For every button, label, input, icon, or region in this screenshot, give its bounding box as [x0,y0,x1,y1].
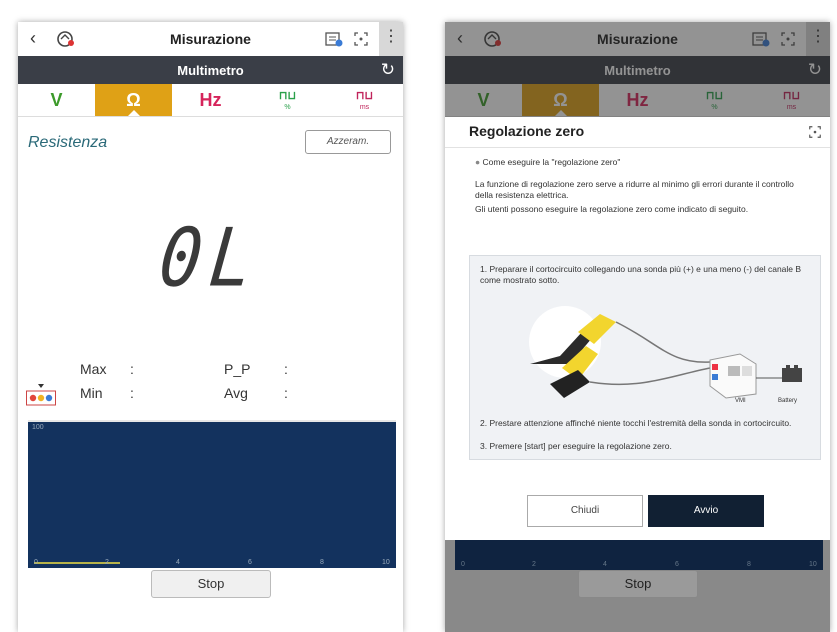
tab-frequency-label: Hz [626,90,649,110]
step-three-text: 3. Premere [start] per eseguire la regol… [480,441,672,451]
calibration-icon[interactable] [325,31,343,47]
more-menu-button[interactable]: ⋮ [806,22,830,56]
modal-backdrop-bottom: 0 2 4 6 8 10 Stop [445,540,830,632]
multimeter-screen: ‹ Misurazione ⋮ Multimetro ↻ V Ω Hz ⊓⊔% … [18,22,403,632]
tab-frequency-label: Hz [199,90,222,110]
plot-x-tick: 2 [105,559,109,566]
tab-voltage[interactable]: V [18,84,95,116]
mode-title: Multimetro [604,63,671,78]
more-menu-button[interactable]: ⋮ [379,22,403,56]
plot-x-tick: 8 [747,561,751,568]
refresh-icon[interactable]: ↻ [808,60,822,80]
tab-pulse-width[interactable]: ⊓⊔ ms [326,84,403,116]
channel-color-selector-icon[interactable] [26,384,56,406]
plot-x-tick: 0 [461,561,465,568]
plot-y-max: 100 [32,424,44,431]
stat-pp-label: P_P [224,361,251,377]
tab-pulse-label: ⊓⊔ [355,90,374,102]
calibration-icon[interactable] [752,31,770,47]
step-two-text: 2. Prestare attenzione affinché niente t… [480,418,792,428]
tab-frequency[interactable]: Hz [599,84,676,116]
tab-duty-label: ⊓⊔ [278,90,297,102]
tab-voltage-label: V [477,90,490,110]
dialog-bullet: ● Come eseguire la "regolazione zero" [475,157,620,167]
close-button[interactable]: Chiudi [527,495,643,527]
bullet-dot-icon: ● [475,157,481,167]
divider [445,147,830,148]
plot-x-tick: 2 [532,561,536,568]
waveform-plot[interactable]: 100 0 2 4 6 8 10 [28,420,396,568]
plot-x-tick: 4 [603,561,607,568]
battery-label: Battery [778,398,798,404]
waveform-plot: 0 2 4 6 8 10 [455,540,823,570]
tab-pulse-width[interactable]: ⊓⊔ ms [753,84,830,116]
fit-screen-icon[interactable] [353,31,369,47]
plot-x-tick: 6 [248,559,252,566]
stat-colon: : [130,385,134,401]
measurement-label: Resistenza [28,134,108,151]
dialog-paragraph: La funzione di regolazione zero serve a … [475,179,794,200]
tab-duty-label: ⊓⊔ [705,90,724,102]
dialog-bullet-text: Come eseguire la "regolazione zero" [482,157,621,167]
plot-x-tick: 10 [809,561,817,568]
plot-x-tick: 10 [382,559,390,566]
stats-panel: Max : P_P : Min : Avg : [18,357,403,405]
tab-resistance-label: Ω [553,90,568,110]
fit-screen-icon[interactable] [808,125,822,139]
tab-resistance[interactable]: Ω [522,84,599,116]
stop-button[interactable]: Stop [151,570,271,598]
stat-colon: : [130,361,134,377]
stat-colon: : [284,361,288,377]
reading-display: 0L [18,211,403,305]
tab-duty-cycle[interactable]: ⊓⊔% [249,84,326,116]
stat-avg-label: Avg [224,385,248,401]
tab-resistance-label: Ω [126,90,141,110]
page-title: Misurazione [170,31,251,47]
tab-duty-unit: % [284,104,291,111]
plot-x-tick: 4 [176,559,180,566]
plot-x-tick: 6 [675,561,679,568]
fit-screen-icon[interactable] [780,31,796,47]
tab-pulse-unit: ms [359,104,370,111]
tab-pulse-label: ⊓⊔ [782,90,801,102]
stat-colon: : [284,385,288,401]
mode-bar: Multimetro ↻ [18,56,403,84]
page-title: Misurazione [597,31,678,47]
tab-voltage-label: V [50,90,63,110]
refresh-icon[interactable]: ↻ [381,60,395,80]
mode-title: Multimetro [177,63,244,78]
stat-min-label: Min [80,385,103,401]
measurement-tabs: V Ω Hz ⊓⊔% ⊓⊔ ms [18,84,403,117]
dialog-title: Regolazione zero [469,123,585,139]
app-bar: ‹ Misurazione ⋮ [18,22,403,56]
measurement-tabs: V Ω Hz ⊓⊔% ⊓⊔ ms [445,84,830,117]
stat-max-label: Max [80,361,107,377]
measurement-header: Resistenza Azzeram. [18,130,403,174]
tab-frequency[interactable]: Hz [172,84,249,116]
probe-illustration [529,306,802,399]
reading-value: 0L [155,210,266,306]
dialog-paragraph: Gli utenti possono eseguire la regolazio… [475,204,749,214]
tab-voltage[interactable]: V [445,84,522,116]
tab-duty-unit: % [711,104,718,111]
app-bar: ‹ Misurazione ⋮ [445,22,830,56]
step-one-text: 1. Preparare il cortocircuito collegando… [480,264,802,285]
instruction-panel: 1. Preparare il cortocircuito collegando… [469,255,821,460]
plot-x-tick: 0 [34,559,38,566]
plot-x-tick: 8 [320,559,324,566]
tab-pulse-unit: ms [786,104,797,111]
start-button[interactable]: Avvio [648,495,764,527]
tab-resistance[interactable]: Ω [95,84,172,116]
mode-bar: Multimetro ↻ [445,56,830,84]
zero-adjust-button[interactable]: Azzeram. [305,130,391,154]
stop-button: Stop [578,570,698,598]
vmi-label: VMI [735,398,746,404]
zero-adjust-screen: ‹ Misurazione ⋮ Multimetro ↻ V Ω Hz ⊓⊔% … [445,22,830,632]
tab-duty-cycle[interactable]: ⊓⊔% [676,84,753,116]
zero-adjust-dialog: Regolazione zero ● Come eseguire la "reg… [445,117,830,540]
